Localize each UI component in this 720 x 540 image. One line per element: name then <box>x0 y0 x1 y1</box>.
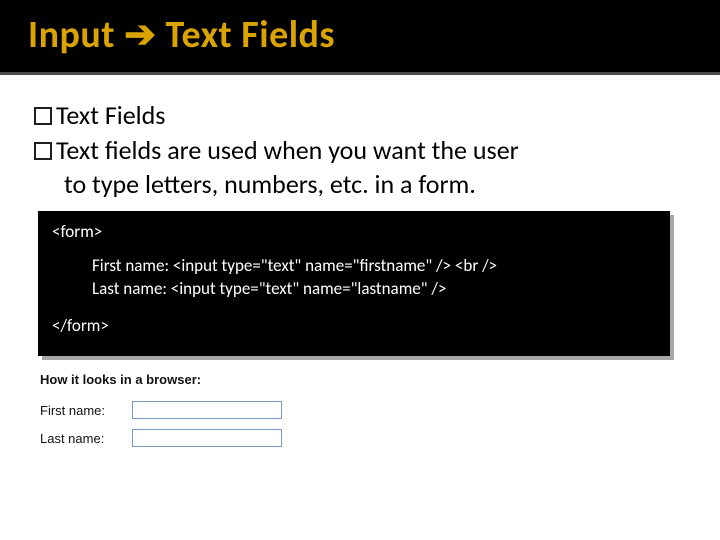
preview-heading: How it looks in a browser: <box>40 372 380 387</box>
bullet-desc-text1: Text fields are used when you want the u… <box>56 134 519 166</box>
title-bar: Input ➔ Text Fields <box>0 0 720 75</box>
code-example: <form> First name: <input type="text" na… <box>38 211 670 357</box>
code-line-firstname: First name: <input type="text" name="fir… <box>52 255 656 278</box>
bullet-heading-line: Text Fields <box>34 99 686 132</box>
code-close-tag: </form> <box>52 315 656 338</box>
bullet-icon <box>34 107 52 125</box>
bullet-desc-line2: to type letters, numbers, etc. in a form… <box>34 168 686 201</box>
slide: Input ➔ Text Fields Text Fields Text fie… <box>0 0 720 540</box>
bullet-icon <box>34 142 52 160</box>
slide-title: Input ➔ Text Fields <box>28 12 335 58</box>
firstname-input[interactable] <box>132 401 282 419</box>
code-open-tag: <form> <box>52 221 102 242</box>
preview-row-first: First name: <box>40 401 380 419</box>
browser-preview: How it looks in a browser: First name: L… <box>40 372 380 447</box>
bullet-desc-line1: Text fields are used when you want the u… <box>34 134 686 167</box>
preview-row-last: Last name: <box>40 429 380 447</box>
bullet-heading: Text Fields <box>56 99 165 131</box>
preview-label-last: Last name: <box>40 431 132 446</box>
preview-label-first: First name: <box>40 403 132 418</box>
code-line-lastname: Last name: <input type="text" name="last… <box>52 278 656 301</box>
slide-body: Text Fields Text fields are used when yo… <box>0 75 720 447</box>
lastname-input[interactable] <box>132 429 282 447</box>
